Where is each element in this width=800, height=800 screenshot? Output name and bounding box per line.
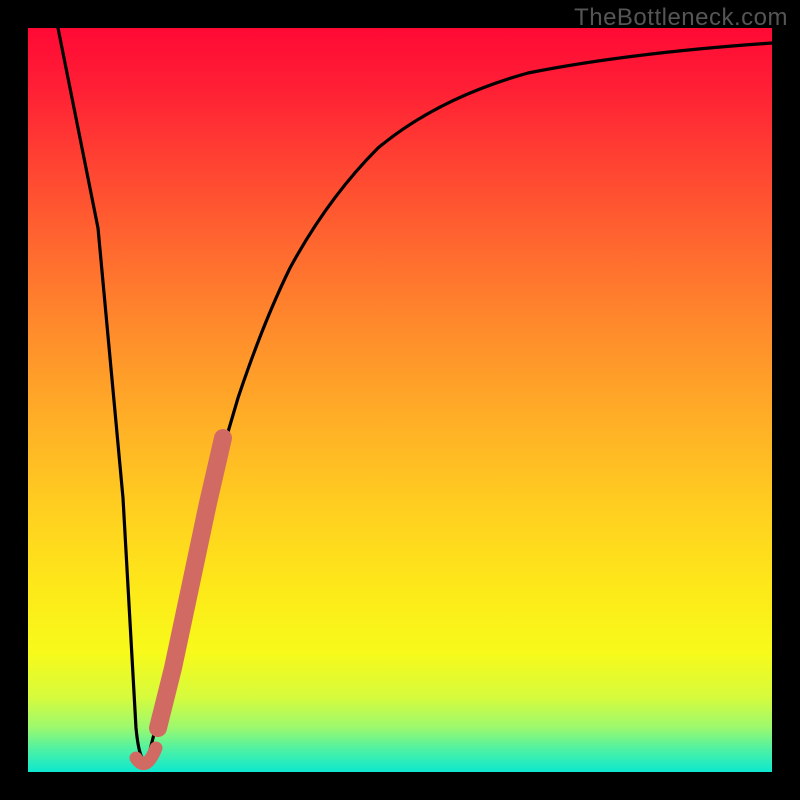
plot-area [28,28,772,772]
watermark-text: TheBottleneck.com [574,4,788,32]
chart-frame: TheBottleneck.com [0,0,800,800]
highlight-marker [158,438,223,728]
bottleneck-curve-svg [28,28,772,772]
bottleneck-curve [58,28,772,760]
